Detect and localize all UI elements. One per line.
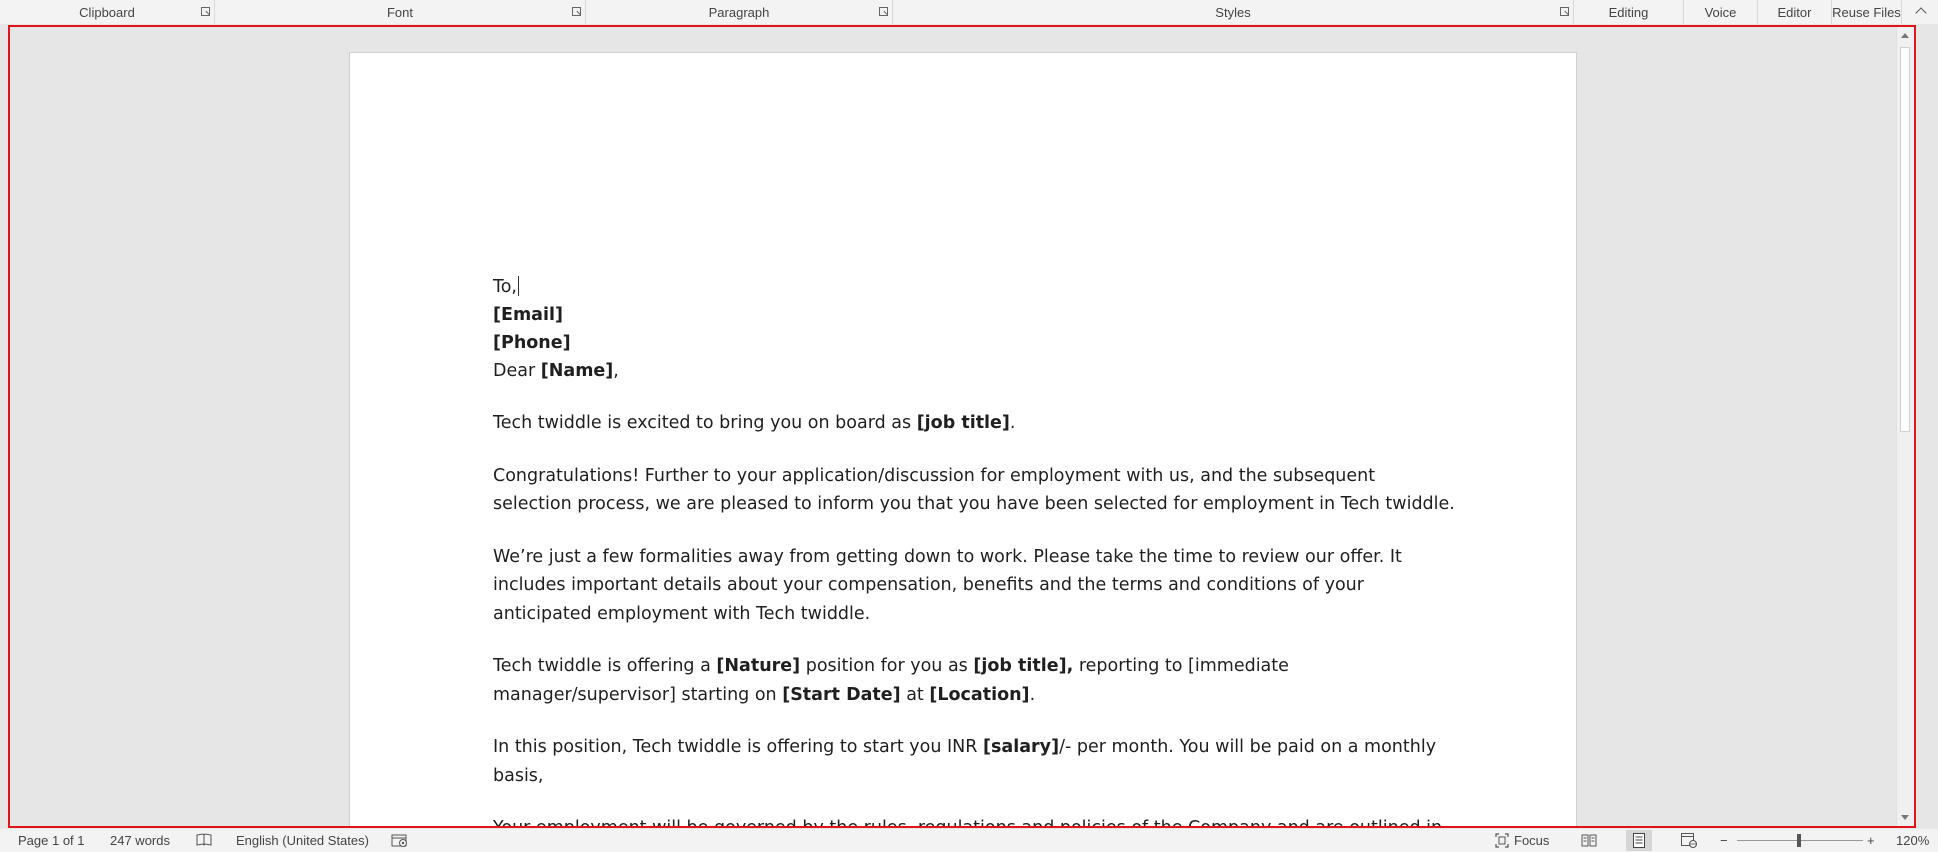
paragraph-group-label: Paragraph [708, 4, 770, 20]
proofing-book-icon[interactable] [196, 833, 212, 847]
document-page[interactable]: To, [Email] [Phone] Dear [Name], Tech tw… [349, 52, 1577, 828]
editor-group[interactable]: Editor [1758, 0, 1832, 24]
read-mode-icon [1581, 834, 1597, 847]
status-bar: Page 1 of 1 247 words English (United St… [0, 829, 1938, 852]
vertical-scrollbar[interactable] [1896, 27, 1914, 826]
word-count[interactable]: 247 words [110, 829, 170, 852]
address-phone: [Phone] [493, 333, 571, 353]
read-mode-button[interactable] [1576, 830, 1602, 851]
paragraph-group: Paragraph [586, 0, 893, 24]
scroll-up-icon[interactable] [1901, 33, 1909, 38]
accessibility-macro-icon[interactable] [391, 833, 409, 848]
styles-group-label: Styles [1215, 4, 1251, 20]
zoom-level[interactable]: 120% [1896, 829, 1929, 852]
styles-dialog-launcher-icon[interactable] [1560, 7, 1569, 16]
page-count[interactable]: Page 1 of 1 [18, 829, 85, 852]
ribbon-group-labels: Clipboard Font Paragraph Styles Editing … [0, 0, 1938, 24]
print-layout-icon [1633, 833, 1645, 848]
paragraph-governance: Your employment will be governed by the … [493, 818, 1443, 828]
scroll-down-icon[interactable] [1901, 815, 1909, 820]
collapse-ribbon-icon[interactable] [1914, 3, 1928, 17]
address-email: [Email] [493, 305, 563, 325]
zoom-in-button[interactable]: + [1867, 829, 1875, 852]
print-layout-button[interactable] [1626, 830, 1652, 851]
web-layout-icon [1681, 833, 1697, 848]
zoom-slider-thumb[interactable] [1797, 834, 1801, 847]
zoom-out-button[interactable]: − [1720, 829, 1728, 852]
font-group: Font [215, 0, 586, 24]
paragraph-dialog-launcher-icon[interactable] [879, 7, 888, 16]
paragraph-congratulations: Congratulations! Further to your applica… [493, 465, 1455, 515]
paragraph-welcome: Tech twiddle is excited to bring you on … [493, 413, 1016, 433]
focus-mode-icon[interactable] [1494, 833, 1510, 848]
styles-group: Styles [893, 0, 1574, 24]
font-group-label: Font [386, 4, 413, 20]
clipboard-group: Clipboard [0, 0, 215, 24]
voice-group-label: Voice [1704, 4, 1737, 20]
document-area[interactable]: To, [Email] [Phone] Dear [Name], Tech tw… [8, 25, 1916, 828]
focus-button[interactable]: Focus [1514, 829, 1549, 852]
text-cursor [518, 276, 519, 296]
clipboard-dialog-launcher-icon[interactable] [201, 7, 210, 16]
salutation: Dear [Name], [493, 361, 619, 381]
font-dialog-launcher-icon[interactable] [572, 7, 581, 16]
scrollbar-thumb[interactable] [1900, 47, 1910, 432]
address-to: To, [493, 276, 519, 297]
reuse-files-group[interactable]: Reuse Files [1832, 0, 1902, 24]
reuse-files-group-label: Reuse Files [1832, 4, 1901, 20]
paragraph-salary: In this position, Tech twiddle is offeri… [493, 737, 1437, 786]
clipboard-group-label: Clipboard [79, 4, 135, 20]
document-body[interactable]: To, [Email] [Phone] Dear [Name], Tech tw… [493, 273, 1455, 828]
web-layout-button[interactable] [1676, 830, 1702, 851]
editing-group[interactable]: Editing [1574, 0, 1684, 24]
language-status[interactable]: English (United States) [236, 829, 369, 852]
editing-group-label: Editing [1608, 4, 1649, 20]
paragraph-position: Tech twiddle is offering a [Nature] posi… [493, 656, 1289, 705]
voice-group[interactable]: Voice [1684, 0, 1758, 24]
paragraph-formalities: We’re just a few formalities away from g… [493, 546, 1402, 624]
editor-group-label: Editor [1777, 4, 1812, 20]
